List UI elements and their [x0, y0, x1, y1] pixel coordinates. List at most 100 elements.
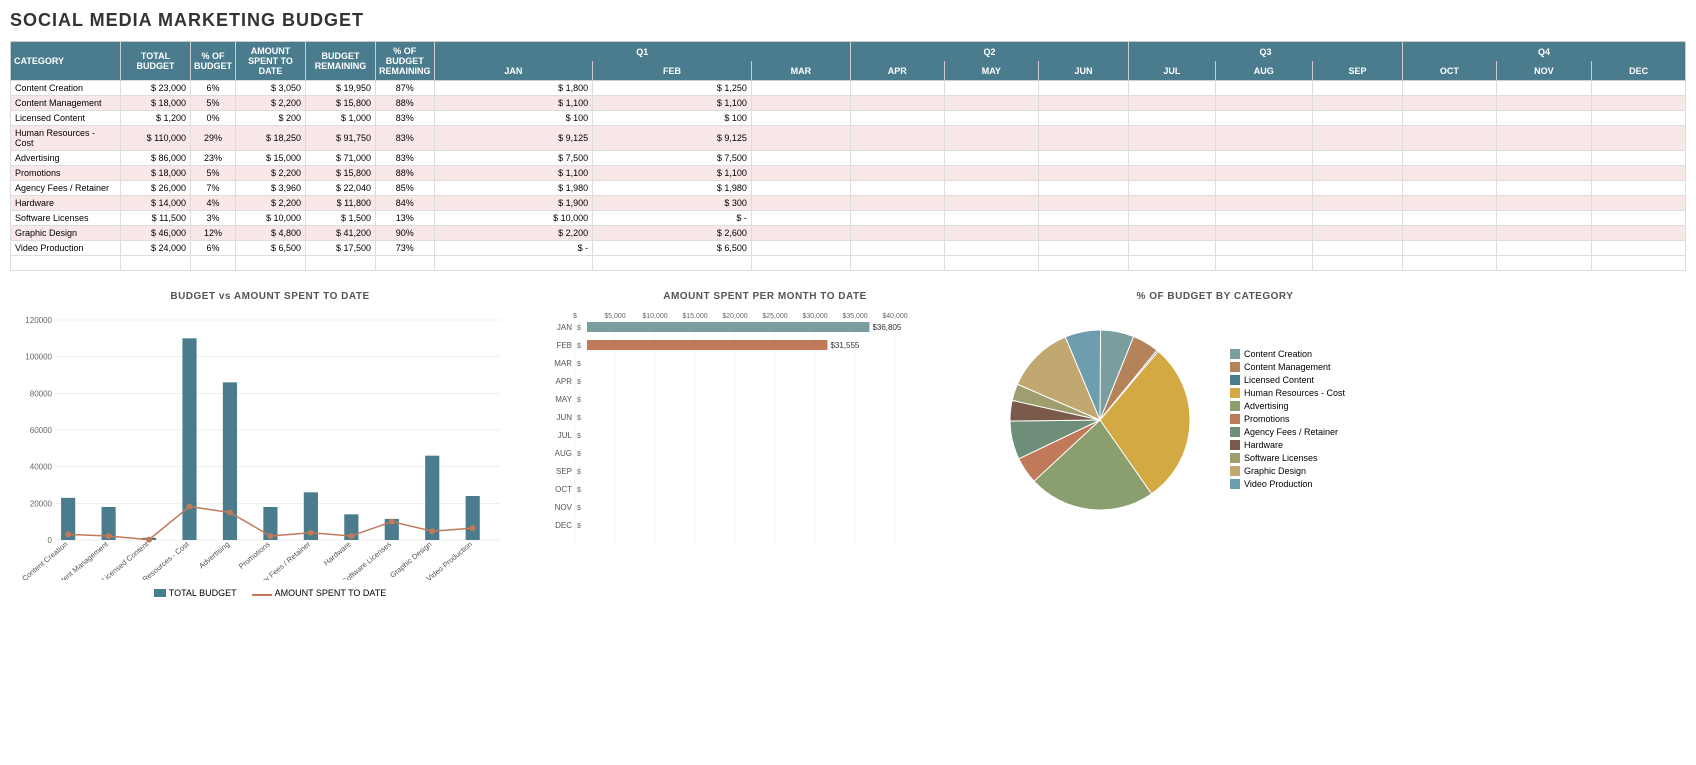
svg-text:Hardware: Hardware — [322, 540, 353, 568]
pie-chart-container: % OF BUDGET BY CATEGORY Content Creation… — [1000, 291, 1430, 530]
svg-text:$25,000: $25,000 — [762, 313, 787, 320]
col-jul: JUL — [1129, 61, 1216, 81]
totals-row: TOTALS $ 377,700 $ 68,360 $ 309,340 $ 36… — [11, 256, 1686, 271]
pie-legend-item: Software Licenses — [1230, 453, 1345, 463]
pie-legend: Content Creation Content Management Licens… — [1230, 349, 1345, 492]
svg-text:$31,555: $31,555 — [830, 341, 859, 350]
svg-text:OCT: OCT — [555, 485, 572, 494]
hbar-chart-title: AMOUNT SPENT PER MONTH TO DATE — [540, 291, 990, 302]
svg-text:$20,000: $20,000 — [722, 313, 747, 320]
pie-legend-item: Video Production — [1230, 479, 1345, 489]
table-row: Agency Fees / Retainer$ 26,0007%$ 3,960$… — [11, 181, 1686, 196]
table-row: Graphic Design$ 46,00012%$ 4,800$ 41,200… — [11, 226, 1686, 241]
svg-text:MAY: MAY — [555, 395, 572, 404]
svg-text:$: $ — [577, 433, 581, 440]
pie-legend-item: Licensed Content — [1230, 375, 1345, 385]
svg-text:$36,805: $36,805 — [872, 323, 901, 332]
pie-wrap: Content Creation Content Management Licens… — [1000, 310, 1430, 530]
col-total-budget: TOTAL BUDGET — [121, 42, 191, 81]
table-row: Human Resources - Cost$ 110,00029%$ 18,2… — [11, 126, 1686, 151]
table-row: Content Management$ 18,0005%$ 2,200$ 15,… — [11, 96, 1686, 111]
pie-legend-item: Agency Fees / Retainer — [1230, 427, 1345, 437]
col-dec: DEC — [1592, 61, 1686, 81]
col-feb: FEB — [593, 61, 752, 81]
svg-text:NOV: NOV — [555, 503, 573, 512]
col-jun: JUN — [1039, 61, 1129, 81]
bar-chart-svg: 020000400006000080000100000120000Content… — [10, 310, 530, 580]
pie-legend-item: Content Management — [1230, 362, 1345, 372]
col-q4: Q4 — [1403, 42, 1686, 62]
svg-text:$5,000: $5,000 — [604, 313, 626, 320]
pie-legend-item: Promotions — [1230, 414, 1345, 424]
bar-chart-container: BUDGET vs AMOUNT SPENT TO DATE 020000400… — [10, 291, 530, 598]
svg-text:$: $ — [577, 505, 581, 512]
col-amount-spent: AMOUNT SPENT TO DATE — [236, 42, 306, 81]
table-row: Licensed Content$ 1,2000%$ 200$ 1,00083%… — [11, 111, 1686, 126]
svg-text:MAR: MAR — [554, 359, 572, 368]
hbar-chart-svg: $ $5,000 $10,000 $15,000 $20,000 $25,000 $30,0… — [540, 310, 980, 580]
pie-legend-item: Hardware — [1230, 440, 1345, 450]
svg-text:AUG: AUG — [555, 449, 572, 458]
col-oct: OCT — [1403, 61, 1497, 81]
svg-text:Agency Fees / Retainer: Agency Fees / Retainer — [246, 539, 312, 580]
col-may: MAY — [944, 61, 1038, 81]
svg-text:$40,000: $40,000 — [882, 313, 907, 320]
svg-text:$: $ — [577, 343, 581, 350]
bar-chart-legend: TOTAL BUDGET AMOUNT SPENT TO DATE — [10, 588, 530, 598]
table-row: Software Licenses$ 11,5003%$ 10,000$ 1,5… — [11, 211, 1686, 226]
col-category: CATEGORY — [11, 42, 121, 81]
table-row: Video Production$ 24,0006%$ 6,500$ 17,50… — [11, 241, 1686, 256]
svg-text:$: $ — [577, 325, 581, 332]
col-mar: MAR — [751, 61, 850, 81]
svg-text:$: $ — [577, 361, 581, 368]
svg-text:DEC: DEC — [555, 521, 572, 530]
legend-total-budget-label: TOTAL BUDGET — [169, 588, 237, 598]
svg-text:SEP: SEP — [556, 467, 572, 476]
col-q2: Q2 — [850, 42, 1128, 62]
table-row: Advertising$ 86,00023%$ 15,000$ 71,00083… — [11, 151, 1686, 166]
svg-text:$: $ — [577, 469, 581, 476]
col-apr: APR — [850, 61, 944, 81]
svg-text:$: $ — [577, 415, 581, 422]
svg-text:$30,000: $30,000 — [802, 313, 827, 320]
svg-text:$10,000: $10,000 — [642, 313, 667, 320]
table-row: Hardware$ 14,0004%$ 2,200$ 11,80084%$ 1,… — [11, 196, 1686, 211]
col-aug: AUG — [1215, 61, 1312, 81]
svg-text:JUL: JUL — [558, 431, 573, 440]
svg-text:JUN: JUN — [556, 413, 572, 422]
col-pct-remaining: % OF BUDGET REMAINING — [376, 42, 435, 81]
totals-label: TOTALS — [11, 256, 121, 271]
svg-text:$: $ — [577, 397, 581, 404]
svg-text:$: $ — [577, 487, 581, 494]
svg-text:20000: 20000 — [30, 499, 53, 508]
svg-text:0: 0 — [48, 536, 53, 545]
pie-legend-item: Graphic Design — [1230, 466, 1345, 476]
svg-text:120000: 120000 — [25, 316, 52, 325]
svg-text:100000: 100000 — [25, 353, 52, 362]
svg-text:$35,000: $35,000 — [842, 313, 867, 320]
svg-text:$: $ — [577, 523, 581, 530]
pie-legend-item: Advertising — [1230, 401, 1345, 411]
svg-text:$: $ — [577, 379, 581, 386]
legend-spent-label: AMOUNT SPENT TO DATE — [275, 588, 387, 598]
svg-text:APR: APR — [556, 377, 573, 386]
svg-text:80000: 80000 — [30, 389, 53, 398]
svg-text:$15,000: $15,000 — [682, 313, 707, 320]
pie-legend-item: Content Creation — [1230, 349, 1345, 359]
col-jan: JAN — [434, 61, 593, 81]
hbar-chart-container: AMOUNT SPENT PER MONTH TO DATE $ $5,000 $1… — [540, 291, 990, 583]
legend-spent: AMOUNT SPENT TO DATE — [252, 588, 387, 598]
page-title: SOCIAL MEDIA MARKETING BUDGET — [10, 10, 1686, 31]
col-sep: SEP — [1312, 61, 1402, 81]
legend-total-budget: TOTAL BUDGET — [154, 588, 237, 598]
col-q3: Q3 — [1129, 42, 1403, 62]
svg-text:40000: 40000 — [30, 463, 53, 472]
table-row: Content Creation$ 23,0006%$ 3,050$ 19,95… — [11, 81, 1686, 96]
col-q1: Q1 — [434, 42, 850, 62]
svg-text:FEB: FEB — [556, 341, 572, 350]
budget-table: CATEGORY TOTAL BUDGET % OF BUDGET AMOUNT… — [10, 41, 1686, 271]
pie-chart-title: % OF BUDGET BY CATEGORY — [1000, 291, 1430, 302]
svg-text:$: $ — [573, 313, 577, 320]
legend-spent-color — [252, 594, 272, 596]
charts-area: BUDGET vs AMOUNT SPENT TO DATE 020000400… — [10, 291, 1686, 598]
